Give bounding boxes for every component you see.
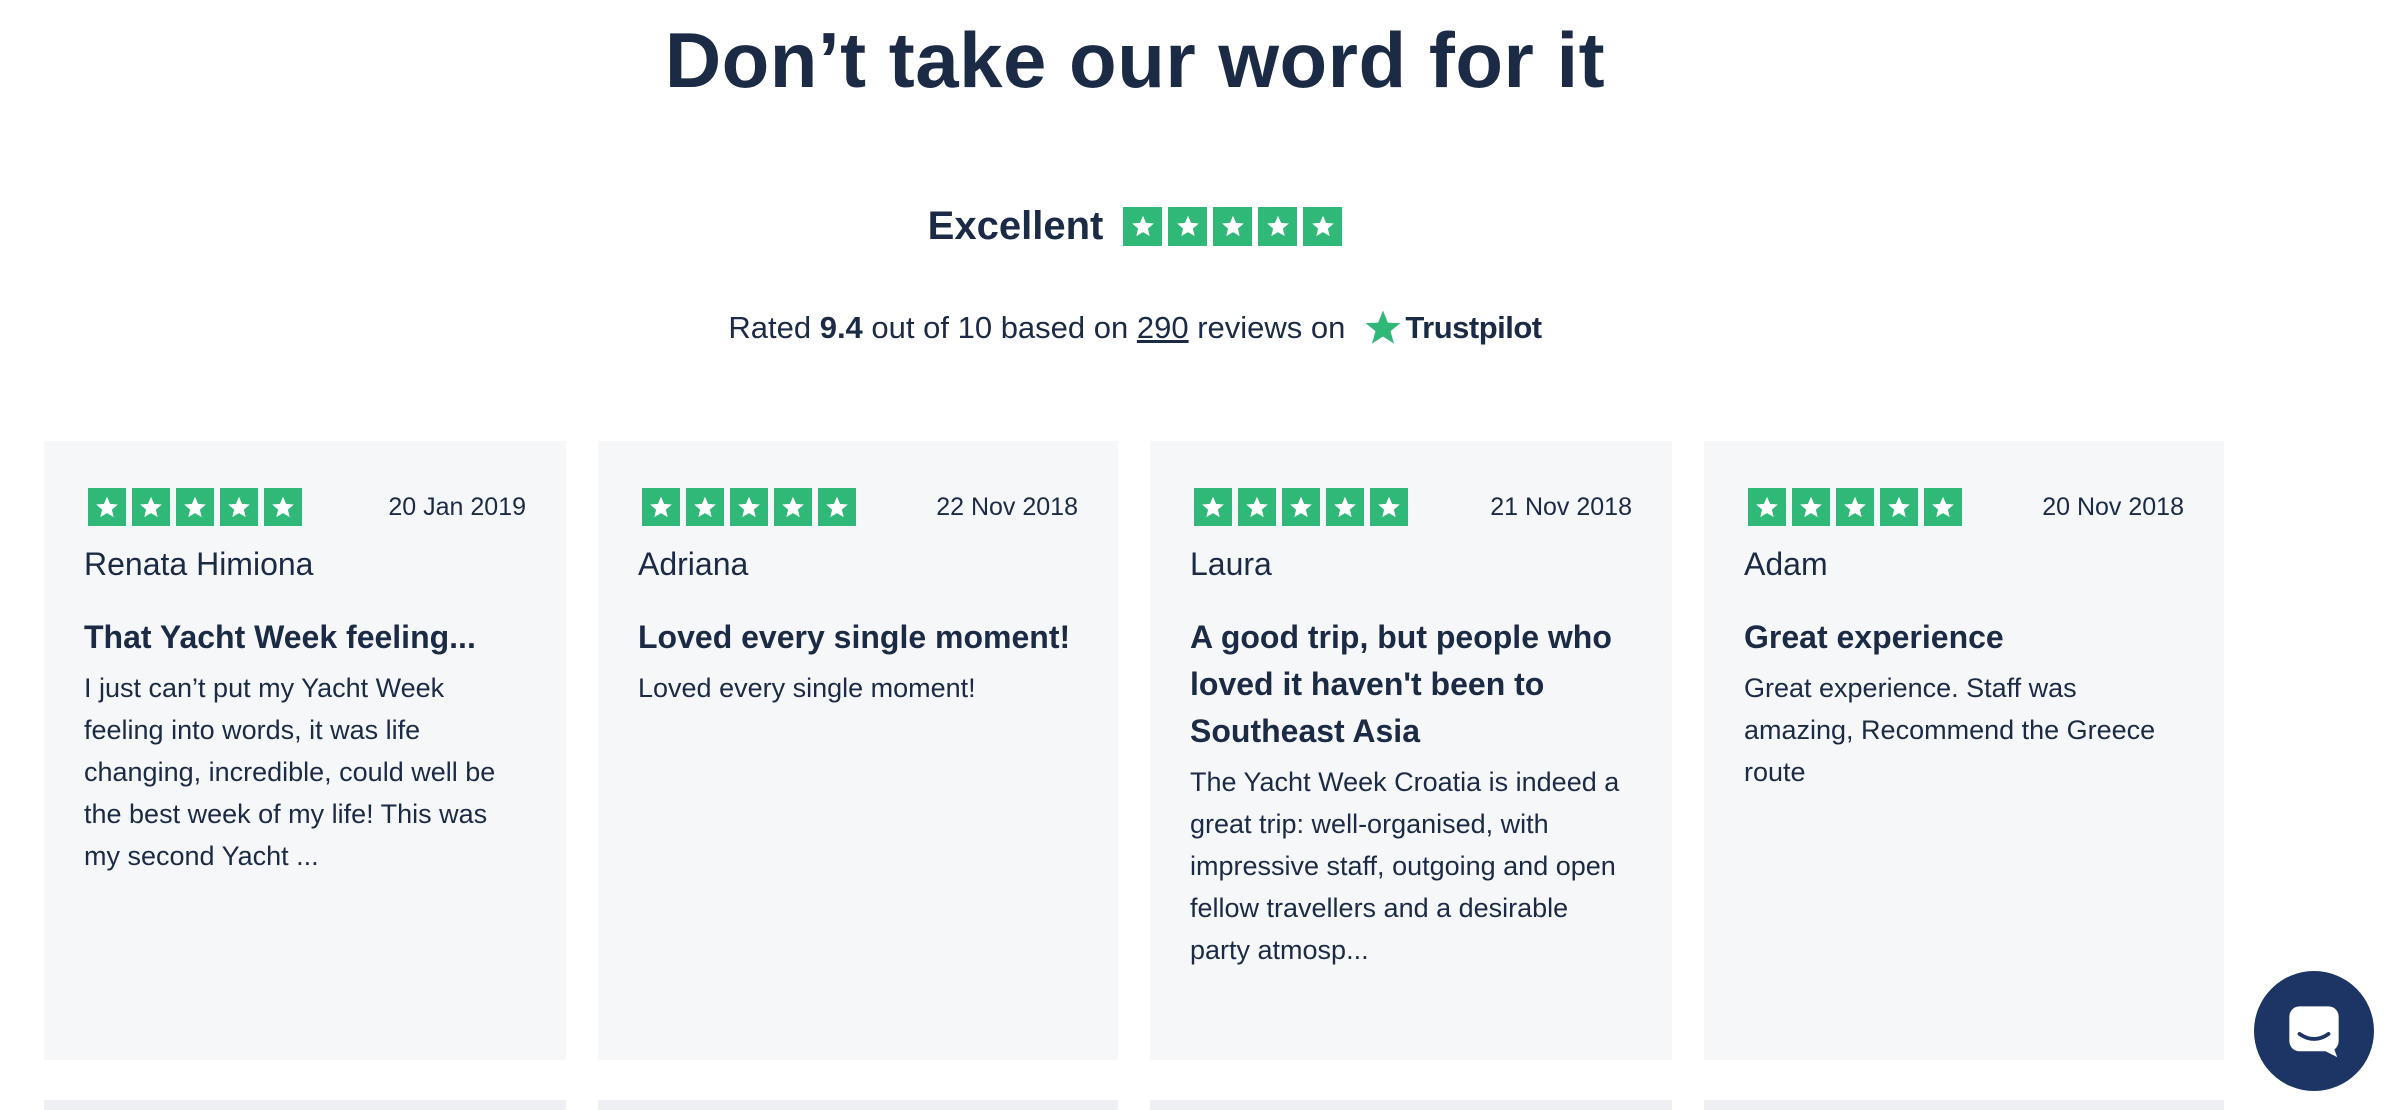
star-icon	[1123, 206, 1163, 246]
review-count-link[interactable]: 290	[1137, 310, 1189, 346]
star-icon	[642, 488, 680, 526]
next-review-card-edge	[44, 1100, 566, 1110]
review-title: Loved every single moment!	[638, 619, 1071, 655]
review-title: A good trip, but people who loved it hav…	[1190, 619, 1612, 749]
review-card[interactable]: 20 Nov 2018 Adam Great experience Great …	[1704, 441, 2224, 1060]
star-icon	[1168, 206, 1208, 246]
review-title: That Yacht Week feeling...	[84, 619, 476, 655]
next-review-card-edge	[598, 1100, 1118, 1110]
star-icon	[1258, 206, 1298, 246]
review-title: Great experience	[1744, 619, 2004, 655]
next-review-card-edge	[1704, 1100, 2224, 1110]
star-icon	[1194, 488, 1232, 526]
star-icon	[176, 488, 214, 526]
chat-bubble-icon	[2289, 1006, 2339, 1058]
rating-label: Excellent	[927, 204, 1104, 248]
rating-score: 9.4	[819, 310, 863, 345]
trustpilot-summary: Excellent	[0, 198, 2270, 254]
review-author: Adriana	[638, 546, 749, 582]
review-date: 21 Nov 2018	[1490, 492, 1632, 521]
star-icon	[1370, 488, 1408, 526]
star-icon	[1282, 488, 1320, 526]
star-icon	[1213, 206, 1253, 246]
star-icon	[1924, 488, 1962, 526]
star-icon	[730, 488, 768, 526]
star-icon	[88, 488, 126, 526]
star-icon	[686, 488, 724, 526]
review-star-rating	[642, 488, 856, 526]
review-body: Loved every single moment!	[638, 673, 976, 703]
star-icon	[1238, 488, 1276, 526]
section-headline: Don’t take our word for it	[664, 16, 1606, 104]
star-icon	[132, 488, 170, 526]
trustpilot-wordmark: Trustpilot	[1405, 310, 1542, 345]
review-card[interactable]: 22 Nov 2018 Adriana Loved every single m…	[598, 441, 1118, 1060]
review-author: Adam	[1744, 546, 1828, 582]
star-icon	[1326, 488, 1364, 526]
rated-prefix: Rated	[728, 310, 820, 345]
review-star-rating	[88, 488, 302, 526]
review-card[interactable]: 21 Nov 2018 Laura A good trip, but peopl…	[1150, 441, 1672, 1060]
trustpilot-logo[interactable]: Trustpilot	[1363, 308, 1542, 348]
star-icon	[818, 488, 856, 526]
star-icon	[774, 488, 812, 526]
review-author: Renata Himiona	[84, 546, 314, 582]
rating-out-of: out of 10 based on	[862, 310, 1137, 345]
review-card[interactable]: 20 Jan 2019 Renata Himiona That Yacht We…	[44, 441, 566, 1060]
rating-summary-text: Rated 9.4 out of 10 based on 290 reviews…	[0, 308, 2270, 348]
star-icon	[220, 488, 258, 526]
summary-star-rating	[1123, 206, 1343, 246]
star-icon	[264, 488, 302, 526]
next-review-card-edge	[1150, 1100, 1672, 1110]
review-star-rating	[1194, 488, 1408, 526]
reviews-section: Don’t take our word for it Excellent Rat…	[0, 0, 2402, 1110]
star-icon	[1836, 488, 1874, 526]
review-date: 20 Jan 2019	[388, 492, 526, 521]
review-date: 22 Nov 2018	[936, 492, 1078, 521]
review-body: I just can’t put my Yacht Week feeling i…	[84, 673, 496, 871]
star-icon	[1303, 206, 1343, 246]
star-icon	[1880, 488, 1918, 526]
review-author: Laura	[1190, 546, 1272, 582]
review-body: The Yacht Week Croatia is indeed a great…	[1190, 767, 1620, 965]
review-star-rating	[1748, 488, 1962, 526]
reviews-on-text: reviews on	[1188, 310, 1346, 345]
review-date: 20 Nov 2018	[2042, 492, 2184, 521]
review-body: Great experience. Staff was amazing, Rec…	[1744, 673, 2156, 787]
star-icon	[1792, 488, 1830, 526]
star-icon	[1748, 488, 1786, 526]
chat-launcher-button[interactable]	[2254, 971, 2374, 1091]
trustpilot-star-icon	[1365, 310, 1401, 344]
